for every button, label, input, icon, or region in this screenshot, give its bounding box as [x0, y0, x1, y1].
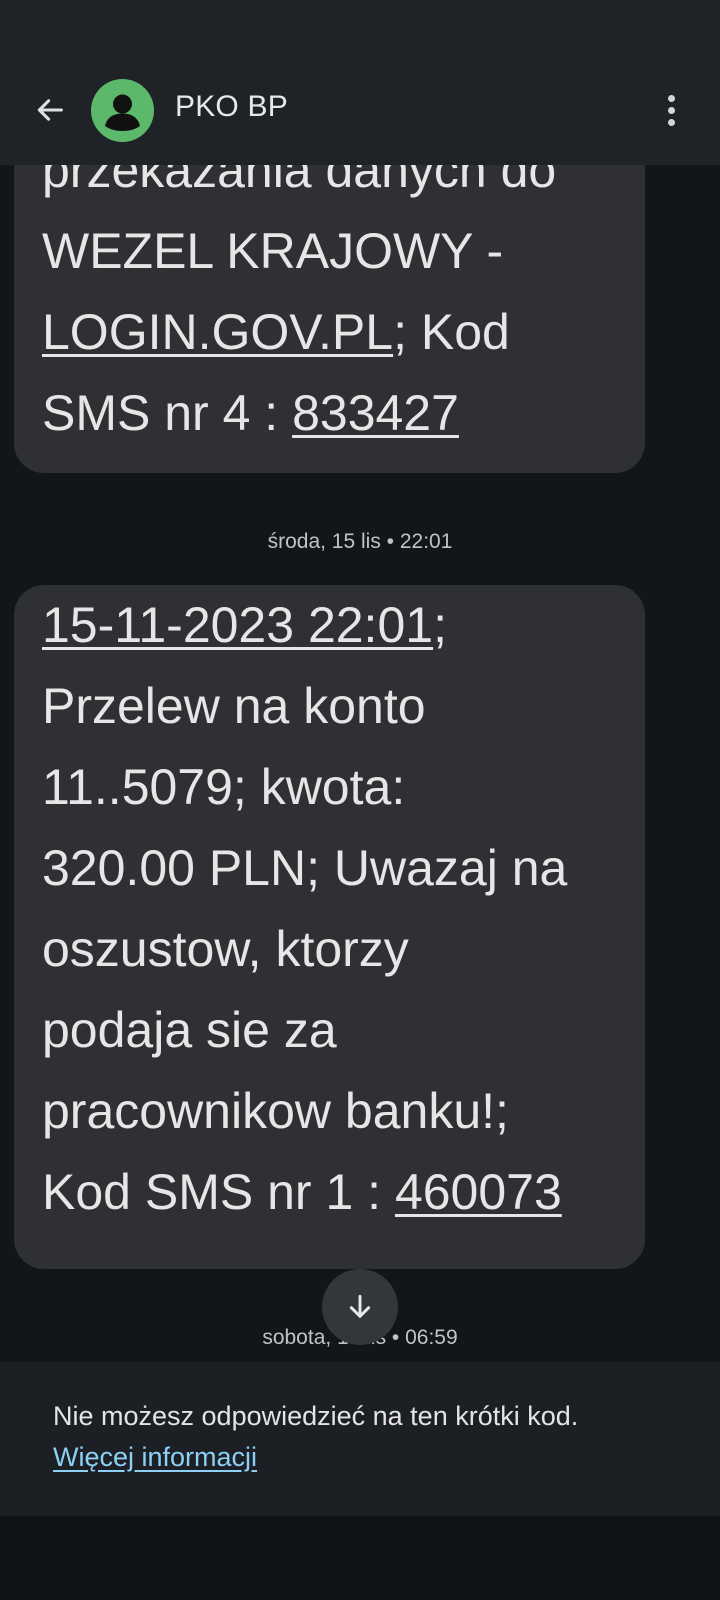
- message-list[interactable]: przekazania danych do WEZEL KRAJOWY - LOGI…: [0, 0, 720, 1362]
- message-line: 11..5079; kwota:: [42, 747, 617, 828]
- scroll-to-bottom-button[interactable]: [322, 1269, 398, 1345]
- more-vert-icon: [667, 94, 675, 102]
- contact-name[interactable]: PKO BP: [175, 90, 288, 124]
- navigation-bar: [0, 1516, 720, 1600]
- message-text: ; Kod: [393, 304, 510, 360]
- more-options-button[interactable]: [656, 90, 686, 130]
- message-text: 11..5079; kwota:: [42, 759, 406, 815]
- message-line: podaja sie za: [42, 990, 617, 1071]
- message-text: oszustow, ktorzy: [42, 921, 409, 977]
- message-text: WEZEL KRAJOWY -: [42, 223, 504, 279]
- message-line: Przelew na konto: [42, 666, 617, 747]
- contact-avatar[interactable]: [91, 79, 154, 142]
- notice-text: Nie możesz odpowiedzieć na ten krótki ko…: [53, 1401, 579, 1431]
- message-text: pracownikow banku!;: [42, 1083, 509, 1139]
- conversation-screen: przekazania danych do WEZEL KRAJOWY - LOGI…: [0, 0, 720, 1600]
- message-text: Kod SMS nr 1 :: [42, 1164, 395, 1220]
- message-link[interactable]: LOGIN.GOV.PL: [42, 304, 393, 360]
- message-link[interactable]: 833427: [292, 385, 459, 441]
- message-line: 320.00 PLN; Uwazaj na: [42, 828, 617, 909]
- message-line: Kod SMS nr 1 : 460073: [42, 1152, 617, 1233]
- message-link[interactable]: 460073: [395, 1164, 562, 1220]
- message-line: LOGIN.GOV.PL; Kod: [42, 292, 617, 373]
- message-text: 320.00 PLN; Uwazaj na: [42, 840, 568, 896]
- message-line: pracownikow banku!;: [42, 1071, 617, 1152]
- more-info-link[interactable]: Więcej informacji: [53, 1442, 257, 1473]
- arrow-back-icon: [37, 99, 63, 121]
- reply-unavailable-notice: Nie możesz odpowiedzieć na ten krótki ko…: [0, 1362, 720, 1516]
- arrow-down-icon: [349, 1294, 371, 1318]
- message-text: ;: [433, 597, 447, 653]
- message-text: Przelew na konto: [42, 678, 426, 734]
- message-line: WEZEL KRAJOWY -: [42, 211, 617, 292]
- message-line: 15-11-2023 22:01;: [42, 585, 617, 666]
- person-icon: [105, 94, 140, 131]
- top-app-bar: PKO BP: [0, 0, 720, 165]
- message-text: podaja sie za: [42, 1002, 337, 1058]
- back-button[interactable]: [30, 90, 70, 130]
- message-timestamp: środa, 15 lis • 22:01: [267, 530, 453, 553]
- message-link[interactable]: 15-11-2023 22:01: [42, 597, 433, 653]
- message-line: oszustow, ktorzy: [42, 909, 617, 990]
- message-text: SMS nr 4 :: [42, 385, 293, 441]
- message-line: SMS nr 4 : 833427: [42, 373, 617, 454]
- message-bubble[interactable]: 15-11-2023 22:01; Przelew na konto 11..507…: [14, 585, 645, 1269]
